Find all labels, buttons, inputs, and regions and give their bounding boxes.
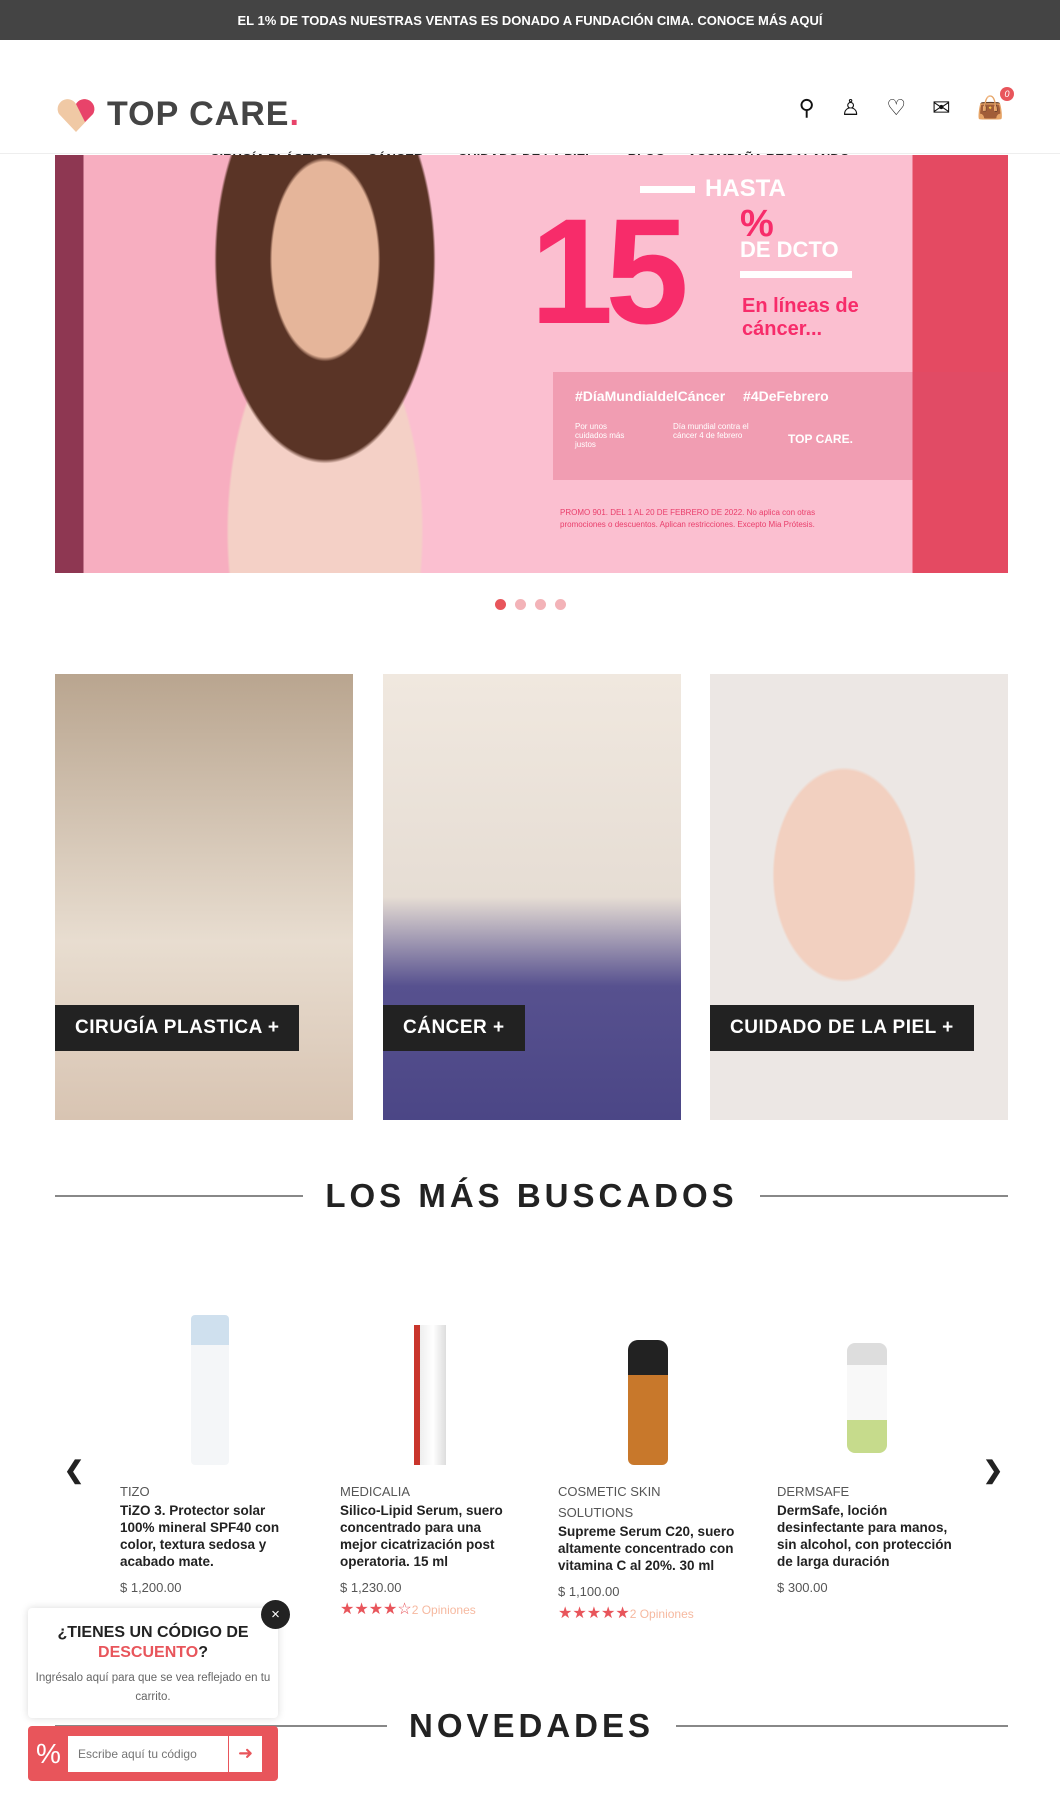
- popup-title: ¿TIENES UN CÓDIGO DE DESCUENTO?: [57, 1624, 249, 1661]
- product-rating: ★★★★★2 Opiniones: [558, 1605, 694, 1622]
- category-label[interactable]: CÁNCER +: [383, 1005, 525, 1051]
- product-image[interactable]: [340, 1305, 520, 1465]
- announcement-bar[interactable]: EL 1% DE TODAS NUESTRAS VENTAS ES DONADO…: [0, 0, 1060, 40]
- product-price: $ 1,100.00: [558, 1584, 620, 1599]
- banner-subtitle: En líneas de cáncer...: [742, 295, 859, 340]
- heart-bandage-icon: [57, 98, 95, 132]
- category-tile-cirugia[interactable]: CIRUGÍA PLASTICA +: [55, 674, 353, 1120]
- product-price: $ 1,200.00: [120, 1580, 182, 1595]
- product-card[interactable]: MEDICALIA Silico-Lipid Serum, suero conc…: [340, 1305, 520, 1619]
- category-tile-piel[interactable]: CUIDADO DE LA PIEL +: [710, 674, 1008, 1120]
- product-name[interactable]: DermSafe, loción desinfectante para mano…: [777, 1502, 957, 1570]
- banner-logo: TOP CARE.: [788, 432, 853, 446]
- product-brand: TIZO: [120, 1484, 150, 1499]
- account-icon[interactable]: ♙: [841, 95, 861, 121]
- product-brand: MEDICALIA: [340, 1484, 411, 1499]
- banner-hashtags: #DíaMundialdelCáncer #4DeFebrero: [575, 388, 829, 404]
- product-card[interactable]: COSMETIC SKIN SOLUTIONS Supreme Serum C2…: [558, 1305, 738, 1623]
- next-arrow-icon[interactable]: ❯: [983, 1456, 1003, 1485]
- carousel-dot[interactable]: [494, 599, 506, 610]
- reviews-link[interactable]: 2 Opiniones: [630, 1607, 694, 1621]
- category-tile-cancer[interactable]: CÁNCER +: [383, 674, 681, 1120]
- discount-code-bar: % ➜: [28, 1726, 278, 1781]
- product-image[interactable]: [558, 1305, 738, 1465]
- product-image[interactable]: [777, 1305, 957, 1465]
- close-icon[interactable]: ×: [261, 1600, 290, 1629]
- banner-slogan: Por unos cuidados más justos: [575, 422, 625, 449]
- arrow-right-icon: ➜: [237, 1743, 254, 1763]
- category-label[interactable]: CUIDADO DE LA PIEL +: [710, 1005, 974, 1051]
- product-brand: DERMSAFE: [777, 1484, 850, 1499]
- wishlist-icon[interactable]: ♡: [886, 95, 906, 121]
- section-title-buscados: LOS MÁS BUSCADOS: [55, 1177, 1009, 1215]
- banner-day-note: Día mundial contra el cáncer 4 de febrer…: [673, 422, 749, 440]
- product-name[interactable]: TiZO 3. Protector solar 100% mineral SPF…: [120, 1502, 300, 1570]
- banner-model-image: [155, 155, 495, 573]
- banner-discount-number: 15: [530, 187, 689, 355]
- popup-text: Ingrésalo aquí para que se vea reflejado…: [35, 1672, 271, 1703]
- product-card[interactable]: TIZO TiZO 3. Protector solar 100% minera…: [120, 1305, 300, 1595]
- carousel-dot[interactable]: [554, 599, 566, 610]
- mail-icon[interactable]: ✉: [932, 95, 950, 121]
- cart-icon[interactable]: 👜 0: [977, 87, 1014, 121]
- discount-code-input[interactable]: [68, 1735, 228, 1772]
- carousel-dot[interactable]: [514, 599, 526, 610]
- banner-promo-terms: PROMO 901. DEL 1 AL 20 DE FEBRERO DE 202…: [560, 508, 816, 529]
- discount-code-popup: ¿TIENES UN CÓDIGO DE DESCUENTO? Ingrésalo…: [28, 1608, 278, 1718]
- cart-count-badge: 0: [1000, 87, 1014, 101]
- carousel-dot[interactable]: [534, 599, 546, 610]
- product-name[interactable]: Silico-Lipid Serum, suero concentrado pa…: [340, 1502, 520, 1570]
- product-rating: ★★★★☆2 Opiniones: [340, 1601, 476, 1618]
- reviews-link[interactable]: 2 Opiniones: [412, 1603, 476, 1617]
- product-name[interactable]: Supreme Serum C20, suero altamente conce…: [558, 1523, 738, 1574]
- percent-icon: %: [36, 1737, 61, 1769]
- carousel-dots: [0, 599, 1060, 610]
- apply-code-button[interactable]: ➜: [228, 1735, 262, 1772]
- product-image[interactable]: [120, 1305, 300, 1465]
- hero-banner[interactable]: HASTA 15 % DE DCTO En líneas de cáncer..…: [55, 155, 1008, 573]
- category-label[interactable]: CIRUGÍA PLASTICA +: [55, 1005, 300, 1051]
- prev-arrow-icon[interactable]: ❮: [64, 1456, 84, 1485]
- announcement-text[interactable]: EL 1% DE TODAS NUESTRAS VENTAS ES DONADO…: [237, 13, 822, 28]
- logo[interactable]: TOP CARE.: [55, 95, 300, 134]
- search-icon[interactable]: ⚲: [799, 95, 815, 121]
- header: TOP CARE. ⚲ ♙ ♡ ✉ 👜0 CIRUGÍA PLÁSTICA⌄ C…: [0, 40, 1060, 166]
- banner-info-box: #DíaMundialdelCáncer #4DeFebrero Por uno…: [553, 372, 1008, 480]
- product-card[interactable]: DERMSAFE DermSafe, loción desinfectante …: [777, 1305, 957, 1595]
- banner-dcto: DE DCTO: [740, 237, 852, 278]
- product-brand: COSMETIC SKIN SOLUTIONS: [558, 1484, 661, 1520]
- product-price: $ 1,230.00: [340, 1580, 402, 1595]
- product-price: $ 300.00: [777, 1580, 828, 1595]
